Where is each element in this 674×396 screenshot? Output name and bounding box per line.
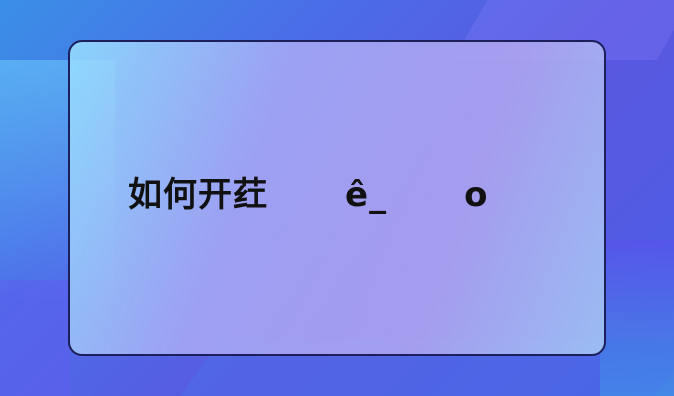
decorative-panel-bottom-left bbox=[0, 280, 70, 396]
title-card: 如何开荭 ê_ o bbox=[68, 40, 606, 356]
card-title: 如何开荭 ê_ o bbox=[128, 175, 489, 215]
